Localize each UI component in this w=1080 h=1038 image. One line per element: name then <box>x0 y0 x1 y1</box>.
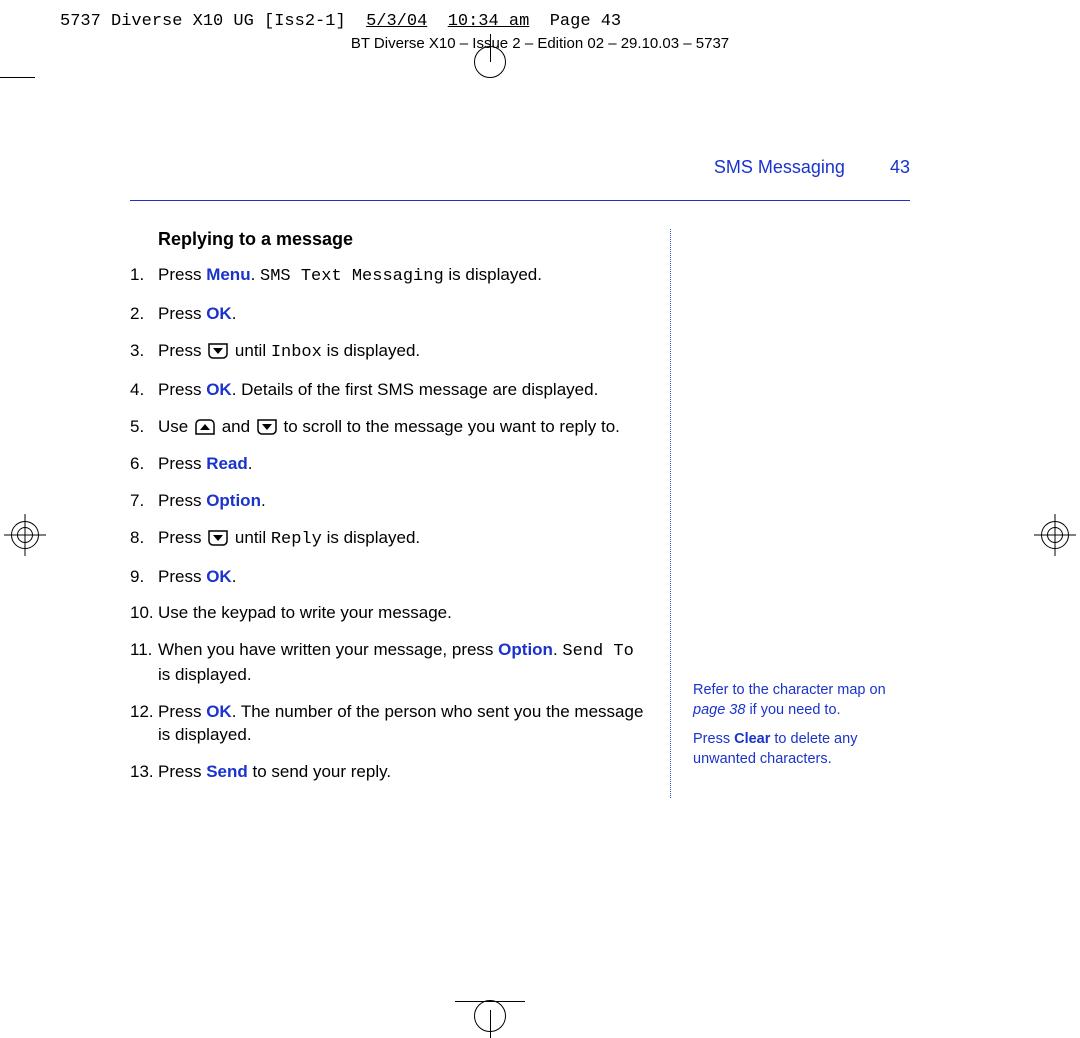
prepress-time: 10:34 am <box>448 12 530 31</box>
softkey-label: OK <box>206 567 232 586</box>
step-item: 12.Press OK. The number of the person wh… <box>130 701 650 747</box>
softkey-label: Option <box>206 491 261 510</box>
step-item: 5.Use and to scroll to the message you w… <box>130 416 650 439</box>
softkey-label: OK <box>206 304 232 323</box>
step-item: 10.Use the keypad to write your message. <box>130 602 650 625</box>
crop-mark-bottom <box>470 988 510 1038</box>
nav-up-icon <box>195 419 215 435</box>
section-title: SMS Messaging <box>714 157 845 177</box>
softkey-label: OK <box>206 380 232 399</box>
softkey-label: Option <box>498 640 553 659</box>
page-number: 43 <box>890 157 910 177</box>
sidebar-page-ref: page 38 <box>693 702 745 718</box>
sidebar-note-charmap: Refer to the character map on page 38 if… <box>693 681 910 720</box>
sidebar-key-clear: Clear <box>734 731 770 747</box>
step-item: 11.When you have written your message, p… <box>130 639 650 687</box>
nav-down-icon <box>257 419 277 435</box>
page-content: SMS Messaging 43 Replying to a message 1… <box>130 157 910 917</box>
step-number: 12. <box>130 701 158 747</box>
step-number: 1. <box>130 264 158 289</box>
step-body: Press until Reply is displayed. <box>158 527 650 552</box>
step-number: 7. <box>130 490 158 513</box>
registration-mark-left <box>4 514 46 556</box>
step-body: Press Menu. SMS Text Messaging is displa… <box>158 264 650 289</box>
sidebar-note-clear: Press Clear to delete any unwanted chara… <box>693 730 910 769</box>
step-number: 4. <box>130 379 158 402</box>
nav-down-icon <box>208 530 228 546</box>
step-body: Press until Inbox is displayed. <box>158 340 650 365</box>
softkey-label: Menu <box>206 265 250 284</box>
display-text: Send To <box>562 642 633 661</box>
softkey-label: Send <box>206 762 248 781</box>
display-text: Inbox <box>271 343 322 362</box>
step-item: 9.Press OK. <box>130 566 650 589</box>
step-body: Press Option. <box>158 490 650 513</box>
steps-list: 1.Press Menu. SMS Text Messaging is disp… <box>130 264 650 784</box>
step-item: 8.Press until Reply is displayed. <box>130 527 650 552</box>
step-item: 13.Press Send to send your reply. <box>130 761 650 784</box>
softkey-label: Read <box>206 454 248 473</box>
step-number: 5. <box>130 416 158 439</box>
step-item: 2.Press OK. <box>130 303 650 326</box>
step-number: 13. <box>130 761 158 784</box>
step-item: 7.Press Option. <box>130 490 650 513</box>
nav-down-icon <box>208 343 228 359</box>
step-number: 3. <box>130 340 158 365</box>
step-number: 8. <box>130 527 158 552</box>
step-number: 9. <box>130 566 158 589</box>
step-number: 2. <box>130 303 158 326</box>
step-item: 1.Press Menu. SMS Text Messaging is disp… <box>130 264 650 289</box>
edge-rule <box>0 77 35 78</box>
step-number: 10. <box>130 602 158 625</box>
prepress-slug: 5737 Diverse X10 UG [Iss2-1] 5/3/04 10:3… <box>60 12 1080 31</box>
step-body: Press OK. The number of the person who s… <box>158 701 650 747</box>
display-text: Reply <box>271 530 322 549</box>
registration-mark-right <box>1034 514 1076 556</box>
header-rule <box>130 200 910 201</box>
step-body: Press Read. <box>158 453 650 476</box>
step-body: Use and to scroll to the message you wan… <box>158 416 650 439</box>
step-item: 4.Press OK. Details of the first SMS mes… <box>130 379 650 402</box>
prepress-date: 5/3/04 <box>366 12 427 31</box>
step-body: Press OK. <box>158 303 650 326</box>
main-column: Replying to a message 1.Press Menu. SMS … <box>130 229 671 798</box>
running-header: SMS Messaging 43 <box>130 157 910 178</box>
step-body: Press Send to send your reply. <box>158 761 650 784</box>
step-body: Use the keypad to write your message. <box>158 602 650 625</box>
doc-header: BT Diverse X10 – Issue 2 – Edition 02 – … <box>0 35 1080 52</box>
section-heading: Replying to a message <box>158 229 650 250</box>
step-body: Press OK. <box>158 566 650 589</box>
prepress-page: Page 43 <box>550 12 621 31</box>
step-number: 6. <box>130 453 158 476</box>
step-body: Press OK. Details of the first SMS messa… <box>158 379 650 402</box>
display-text: SMS Text Messaging <box>260 267 444 286</box>
step-item: 6.Press Read. <box>130 453 650 476</box>
softkey-label: OK <box>206 702 232 721</box>
step-number: 11. <box>130 639 158 687</box>
step-body: When you have written your message, pres… <box>158 639 650 687</box>
prepress-doc: 5737 Diverse X10 UG [Iss2-1] <box>60 12 346 31</box>
step-item: 3.Press until Inbox is displayed. <box>130 340 650 365</box>
sidebar-column: Refer to the character map on page 38 if… <box>671 229 910 798</box>
